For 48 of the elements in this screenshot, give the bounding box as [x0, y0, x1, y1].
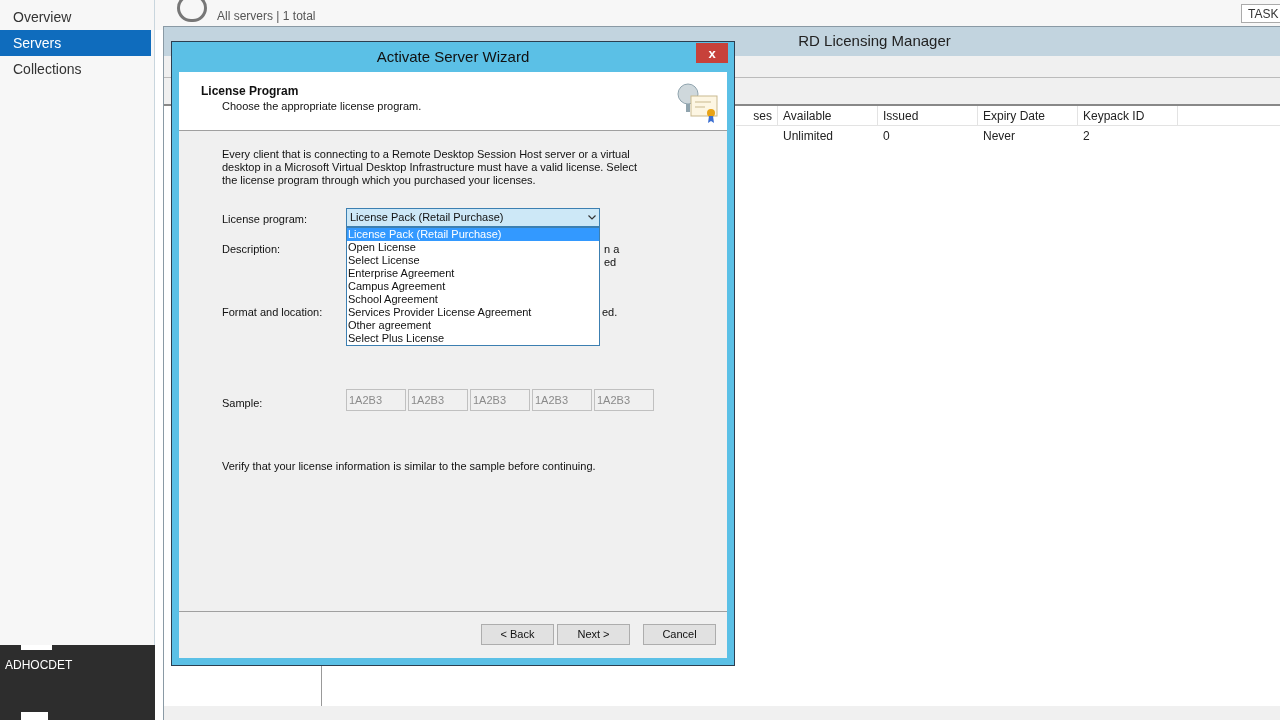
dropdown-option[interactable]: Services Provider License Agreement	[347, 306, 599, 319]
sample-key-field: 1A2B3	[594, 389, 654, 411]
dropdown-option[interactable]: Select Plus License	[347, 332, 599, 345]
table-cell-text: 2	[1082, 127, 1091, 145]
field-label: Sample:	[222, 396, 263, 411]
table-cell-text: Never	[982, 127, 1016, 145]
license-program-dropdown[interactable]: License Pack (Retail Purchase)	[346, 208, 600, 227]
sidebar-item[interactable]: Overview	[0, 4, 151, 30]
dropdown-option[interactable]: Open License	[347, 241, 599, 254]
field-label: Description:	[222, 242, 281, 257]
dropdown-option[interactable]: Select License	[347, 254, 599, 267]
document-icon	[21, 712, 48, 720]
column-header[interactable]: ses	[736, 106, 778, 125]
table-cell-text: 0	[882, 127, 891, 145]
computer-label: ADHOCDET	[5, 657, 73, 674]
format-text: ed.	[602, 305, 618, 320]
sample-key-field: 1A2B3	[470, 389, 530, 411]
page-heading: License Program	[201, 83, 299, 100]
dropdown-option[interactable]: School Agreement	[347, 293, 599, 306]
column-header[interactable]: Available	[778, 106, 878, 125]
description-text: ed	[604, 255, 617, 270]
sample-key-field: 1A2B3	[408, 389, 468, 411]
dropdown-value: License Pack (Retail Purchase)	[350, 210, 504, 226]
column-header[interactable]: Issued	[878, 106, 978, 125]
caret-icon	[588, 215, 596, 220]
column-header[interactable]: Expiry Date	[978, 106, 1078, 125]
dropdown-option[interactable]: Enterprise Agreement	[347, 267, 599, 280]
cancel-button[interactable]: Cancel	[643, 623, 716, 645]
dropdown-option[interactable]: Other agreement	[347, 319, 599, 332]
tasks-button[interactable]: TASK	[1241, 4, 1280, 23]
column-header[interactable]: Keypack ID	[1078, 106, 1178, 125]
field-label: License program:	[222, 212, 307, 227]
table-cell-text: Unlimited	[782, 127, 834, 145]
dropdown-option[interactable]: Campus Agreement	[347, 280, 599, 293]
sidebar-item[interactable]: Servers	[0, 30, 151, 56]
back-button[interactable]: < Back	[481, 623, 554, 645]
intro-text: Every client that is connecting to a Remote Desktop Session Host server or a virtual desktop in a Microsoft Virtual Desktop Infrastructure must have a valid license. Select the license program through which you purchased your licenses.	[222, 148, 638, 187]
next-button[interactable]: Next >	[557, 623, 630, 645]
sample-key-field: 1A2B3	[346, 389, 406, 411]
globe-certificate-icon	[675, 82, 719, 124]
description-text: n a	[604, 242, 620, 257]
field-label: Format and location:	[222, 305, 323, 320]
page-subheading: Choose the appropriate license program.	[222, 99, 422, 114]
sample-key-field: 1A2B3	[532, 389, 592, 411]
sidebar-item[interactable]: Collections	[0, 56, 151, 82]
servers-subtitle: All servers | 1 total	[217, 8, 316, 25]
close-button[interactable]: x	[696, 43, 728, 63]
verify-text: Verify that your license information is similar to the sample before continuing.	[222, 459, 596, 474]
